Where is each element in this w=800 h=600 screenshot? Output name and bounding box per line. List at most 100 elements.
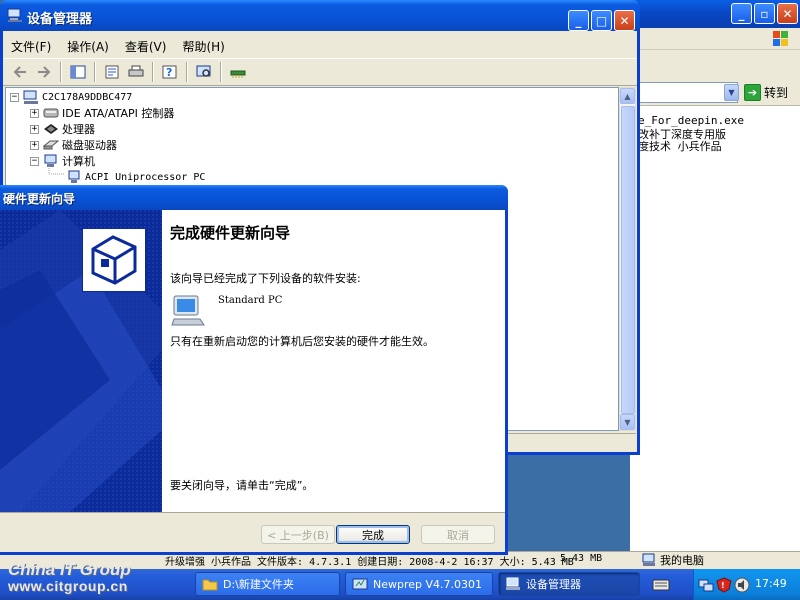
menu-view[interactable]: 查看(V) <box>117 38 175 55</box>
close-hint: 要关闭向导，请单击“完成”。 <box>170 479 314 492</box>
toolbar: ? <box>3 58 637 86</box>
my-computer-icon <box>642 553 655 566</box>
wizard-button-bar: < 上一步(B) 完成 取消 <box>0 512 505 552</box>
collapse-icon[interactable]: − <box>10 92 19 102</box>
menu-bar: 文件(F) 操作(A) 查看(V) 帮助(H) <box>3 35 233 57</box>
taskbar-item-device-manager[interactable]: 设备管理器 <box>498 572 640 596</box>
minimize-button[interactable]: _ <box>568 10 589 31</box>
print-icon[interactable] <box>125 61 147 83</box>
scan-hardware-icon[interactable] <box>193 61 215 83</box>
tree-item[interactable]: + IDE ATA/ATAPI 控制器 <box>30 105 174 121</box>
expand-icon[interactable]: + <box>30 108 39 118</box>
network-icon[interactable] <box>698 577 714 593</box>
computer-device-icon <box>170 293 206 329</box>
collapse-icon[interactable]: − <box>30 156 39 166</box>
wizard-titlebar[interactable]: 硬件更新向导 <box>0 185 508 210</box>
menu-action[interactable]: 操作(A) <box>59 38 117 55</box>
tree-connector <box>48 166 65 175</box>
properties-icon[interactable] <box>101 61 123 83</box>
menu-file[interactable]: 文件(F) <box>3 38 59 55</box>
vertical-scrollbar[interactable]: ▲ ▼ <box>619 87 636 431</box>
toolbar-separator <box>152 62 154 82</box>
disk-drive-icon <box>43 140 59 150</box>
folder-icon <box>202 579 218 591</box>
taskbar-item-label: D:\新建文件夹 <box>223 578 294 591</box>
computer-icon <box>68 170 80 183</box>
chevron-down-icon[interactable]: ▼ <box>724 84 739 101</box>
menu-help[interactable]: 帮助(H) <box>174 38 232 55</box>
cancel-button[interactable]: 取消 <box>421 525 495 544</box>
close-button[interactable]: ✕ <box>614 10 635 31</box>
finish-button[interactable]: 完成 <box>336 525 410 544</box>
status-location: 我的电脑 <box>642 552 704 568</box>
scroll-thumb[interactable] <box>621 106 635 414</box>
clock[interactable]: 17:49 <box>755 577 787 590</box>
back-arrow-icon[interactable] <box>9 61 31 83</box>
device-name: Standard PC <box>218 295 283 306</box>
status-location-label: 我的电脑 <box>660 554 704 567</box>
taskbar-item-folder[interactable]: D:\新建文件夹 <box>195 572 340 596</box>
toolbar-separator <box>60 62 62 82</box>
close-button[interactable]: ✕ <box>777 3 798 24</box>
scroll-up-button[interactable]: ▲ <box>620 88 635 104</box>
tree-item[interactable]: + 处理器 <box>30 121 95 137</box>
background-window: _ ▫ ✕ ▼ ➔ 转到 e_For_deepin.exe 改补丁深度专用版 度… <box>630 0 800 552</box>
tree-root-label: C2C178A9DDBC477 <box>42 91 133 103</box>
device-manager-titlebar[interactable]: 设备管理器 _ □ ✕ <box>0 0 640 31</box>
back-button[interactable]: < 上一步(B) <box>261 525 335 544</box>
security-shield-icon[interactable]: ! <box>716 577 732 593</box>
tree-item-label: IDE ATA/ATAPI 控制器 <box>62 107 175 120</box>
volume-icon[interactable] <box>734 577 750 593</box>
svg-text:?: ? <box>166 66 172 79</box>
expand-icon[interactable]: + <box>30 124 39 134</box>
keyboard-icon[interactable] <box>652 578 670 592</box>
arrow-right-icon: ➔ <box>744 84 761 101</box>
wizard-intro: 该向导已经完成了下列设备的软件安装: <box>170 272 361 285</box>
processor-icon <box>44 124 58 134</box>
background-toolbar <box>630 50 800 78</box>
network-card-icon[interactable] <box>227 61 249 83</box>
hardware-wizard-dialog: 硬件更新向导 完成硬件更新向导 该向导已经完成了下列设备的软件安装: Stand… <box>0 185 508 555</box>
forward-arrow-icon[interactable] <box>33 61 55 83</box>
wizard-title: 硬件更新向导 <box>3 192 76 206</box>
help-icon[interactable]: ? <box>159 61 181 83</box>
ide-controller-icon <box>43 108 59 118</box>
minimize-button[interactable]: _ <box>731 3 752 24</box>
watermark-brand: China IT Group <box>8 560 131 579</box>
go-button[interactable]: ➔ 转到 <box>744 82 796 103</box>
tree-item-label: 处理器 <box>62 123 95 136</box>
hardware-box-icon <box>82 228 146 292</box>
computer-icon <box>23 90 38 104</box>
show-hide-tree-icon[interactable] <box>67 61 89 83</box>
background-menubar <box>630 28 800 50</box>
tree-item-label: 磁盘驱动器 <box>62 139 117 152</box>
computer-icon <box>506 577 520 590</box>
tree-child[interactable]: ACPI Uniprocessor PC <box>66 169 205 185</box>
toolbar-separator <box>186 62 188 82</box>
file-line-3: 度技术 小兵作品 <box>638 140 722 153</box>
watermark-url: www.citgroup.cn <box>8 578 128 594</box>
setup-icon <box>352 578 368 590</box>
maximize-button[interactable]: ▫ <box>754 3 775 24</box>
windows-logo-icon <box>773 31 788 46</box>
svg-text:!: ! <box>721 581 725 590</box>
go-label: 转到 <box>764 86 789 100</box>
tree-item[interactable]: + 磁盘驱动器 <box>30 137 117 153</box>
taskbar-item-label: 设备管理器 <box>526 578 581 591</box>
tree-root[interactable]: − C2C178A9DDBC477 <box>10 89 132 105</box>
tree-child-label: ACPI Uniprocessor PC <box>85 171 206 183</box>
maximize-button[interactable]: □ <box>591 10 612 31</box>
toolbar-separator <box>94 62 96 82</box>
toolbar-separator <box>220 62 222 82</box>
wizard-heading: 完成硬件更新向导 <box>170 224 291 242</box>
address-input[interactable] <box>630 82 738 103</box>
expand-icon[interactable]: + <box>30 140 39 150</box>
taskbar-item-label: Newprep V4.7.0301 <box>373 577 483 591</box>
computer-icon <box>7 8 22 22</box>
status-file-info: 升级增强 小兵作品 文件版本: 4.7.3.1 创建日期: 2008-4-2 1… <box>165 557 574 568</box>
background-titlebar: _ ▫ ✕ <box>630 0 800 28</box>
scroll-down-button[interactable]: ▼ <box>620 414 635 430</box>
taskbar-item-newprep[interactable]: Newprep V4.7.0301 <box>345 572 493 596</box>
status-size: 5.43 MB <box>560 553 603 564</box>
window-title: 设备管理器 <box>27 12 93 27</box>
